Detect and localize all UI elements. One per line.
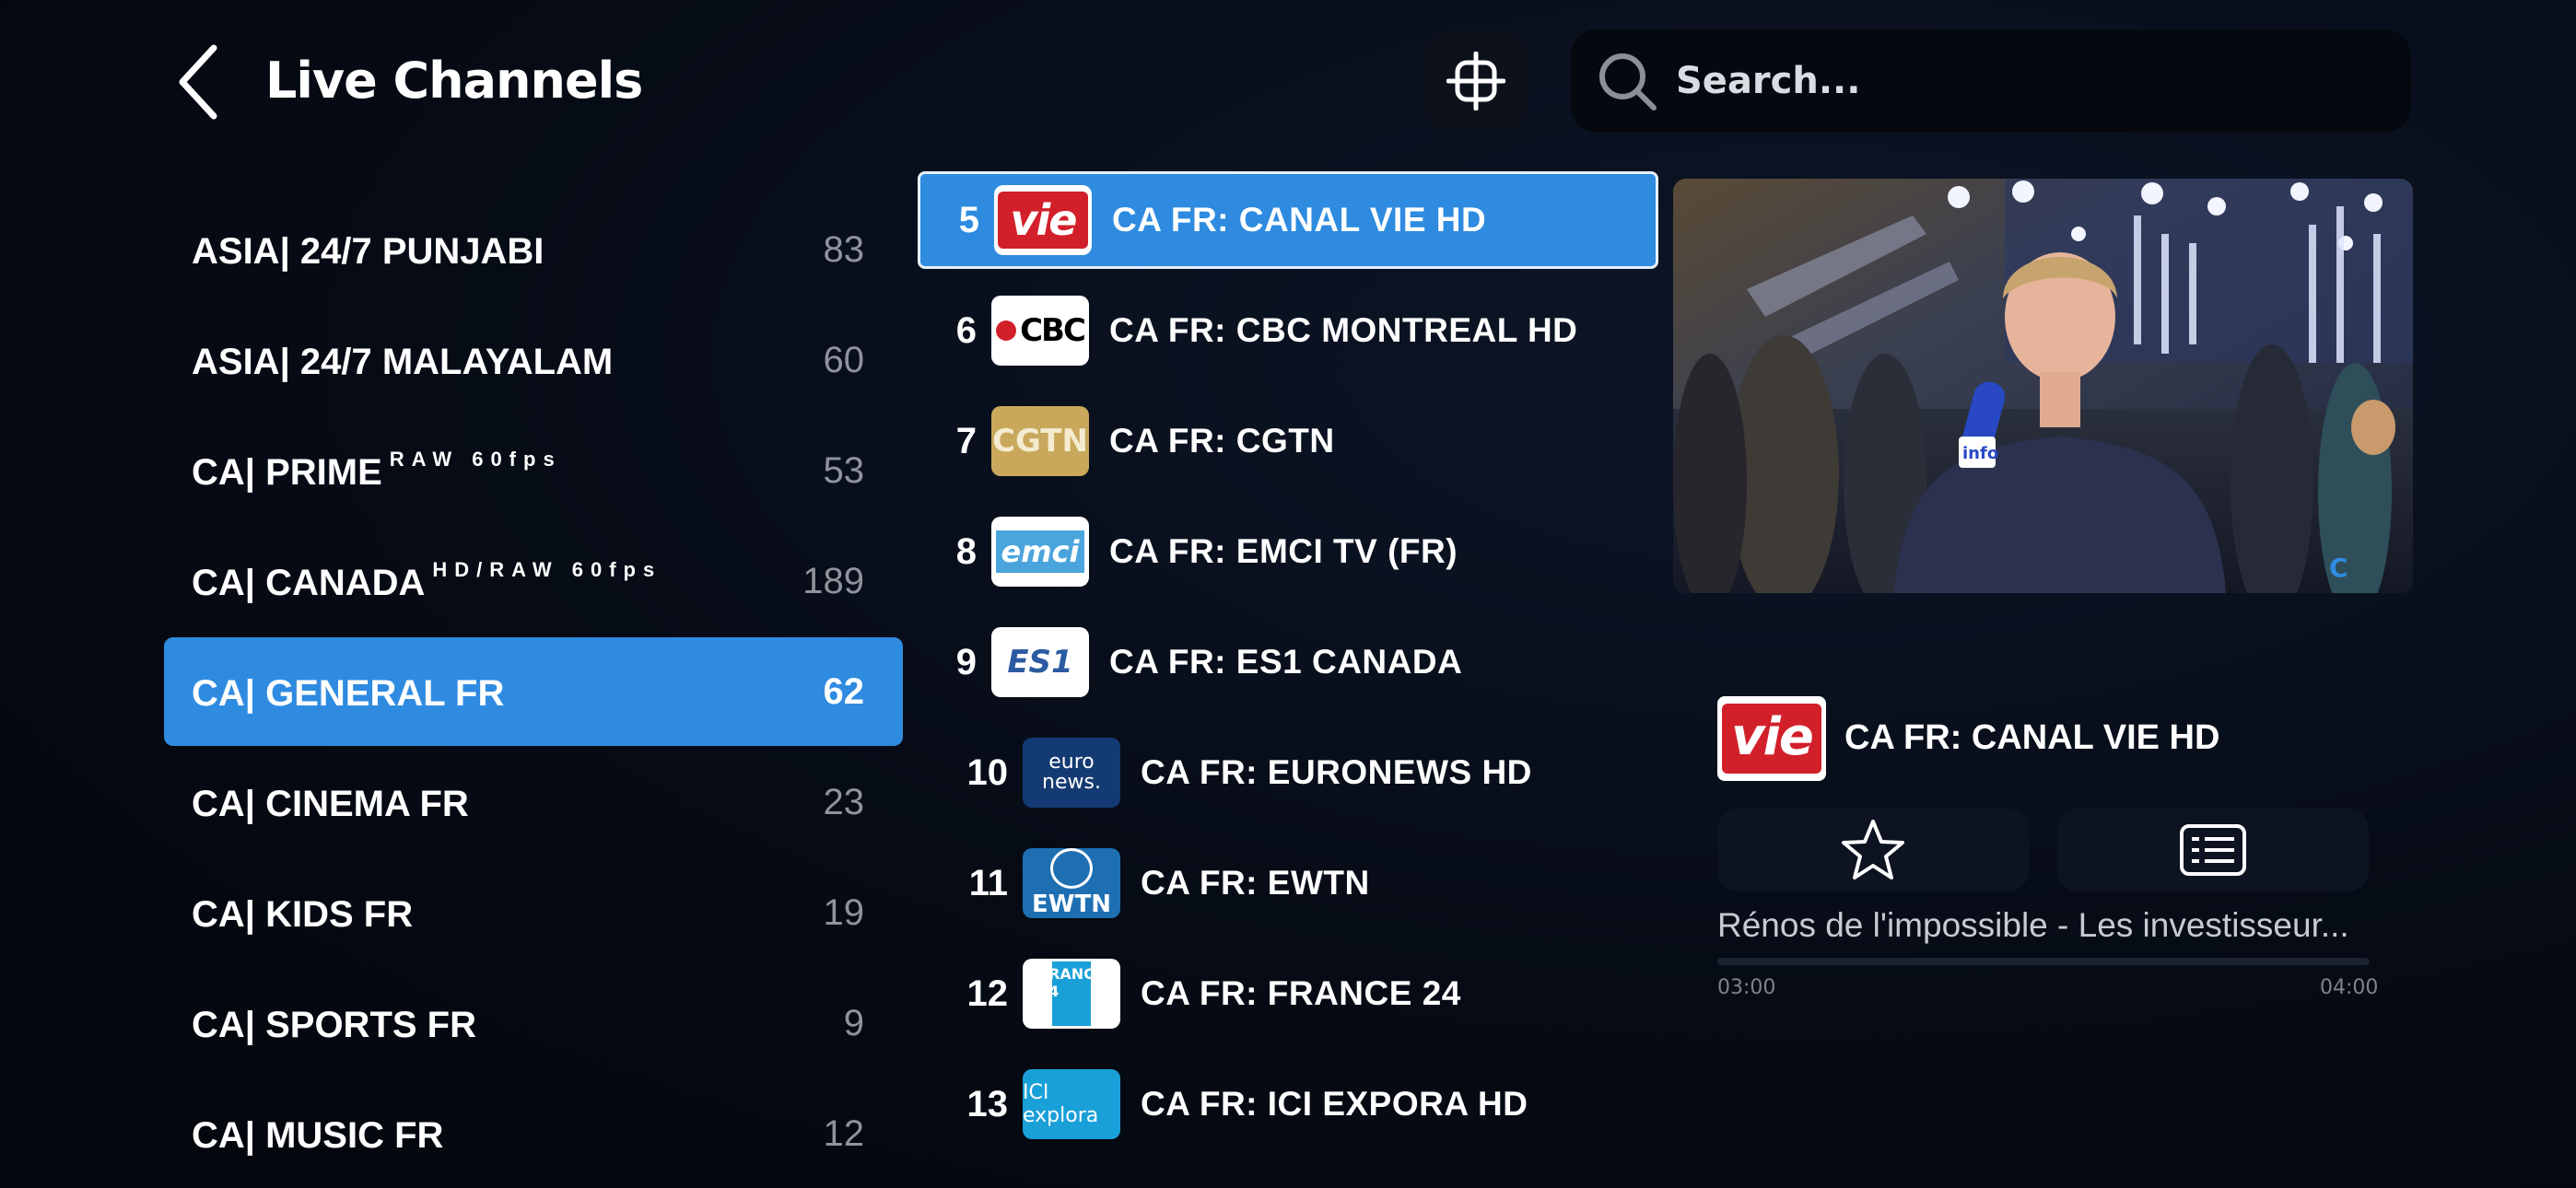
channel-row[interactable]: 11 EWTN CA FR: EWTN: [918, 834, 1658, 932]
back-button[interactable]: [166, 39, 230, 125]
category-item[interactable]: CA| PRIME RAW 60fps 53: [164, 416, 903, 525]
category-item[interactable]: CA| CINEMA FR 23: [164, 748, 903, 856]
channel-logo: ES1: [991, 627, 1089, 697]
program-guide-button[interactable]: [2057, 809, 2369, 891]
category-count: 9: [843, 1002, 864, 1043]
category-quality-tag: HD/RAW 60fps: [432, 558, 662, 581]
category-name: ASIA| 24/7 PUNJABI: [192, 231, 544, 272]
category-count: 189: [802, 560, 864, 601]
channel-name: CA FR: CBC MONTREAL HD: [1109, 311, 1578, 349]
channel-name: CA FR: EURONEWS HD: [1141, 753, 1532, 791]
page-title: Live Channels: [265, 52, 643, 110]
channel-row[interactable]: 9 ES1 CA FR: ES1 CANADA: [918, 613, 1658, 711]
channel-logo: emci: [991, 517, 1089, 587]
channel-name: CA FR: FRANCE 24: [1141, 974, 1461, 1012]
program-start-time: 03:00: [1717, 976, 1776, 999]
channel-number: 11: [968, 862, 1008, 903]
channel-number: 10: [966, 751, 1009, 793]
search-bar[interactable]: [1571, 29, 2411, 133]
channel-logo: euro news.: [1023, 738, 1120, 808]
favorite-button[interactable]: [1717, 809, 2029, 891]
category-item[interactable]: CA| GENERAL FR 62: [164, 637, 903, 746]
current-program-title: Rénos de l'impossible - Les investisseur…: [1717, 906, 2349, 944]
category-quality-tag: RAW 60fps: [389, 448, 562, 471]
program-end-time: 04:00: [2320, 976, 2379, 999]
channel-name: CA FR: CGTN: [1109, 422, 1335, 460]
channel-row[interactable]: 6 CBC CA FR: CBC MONTREAL HD: [918, 282, 1658, 379]
channel-number: 9: [955, 641, 977, 682]
category-name: CA| SPORTS FR: [192, 1005, 476, 1045]
video-frame: info C: [1673, 179, 2413, 593]
channel-number: 13: [966, 1083, 1009, 1124]
channel-logo: vie: [994, 185, 1092, 255]
program-progress-bar: [1717, 958, 2370, 965]
channel-logo: EWTN: [1023, 848, 1120, 918]
now-playing-logo: vie: [1717, 696, 1826, 781]
category-count: 19: [823, 891, 865, 933]
channel-number: 8: [955, 530, 977, 572]
category-item[interactable]: CA| SPORTS FR 9: [164, 969, 903, 1077]
channel-name: CA FR: ICI EXPORA HD: [1141, 1085, 1528, 1123]
category-item[interactable]: CA| MUSIC FR 12: [164, 1079, 903, 1188]
category-count: 12: [823, 1112, 865, 1154]
now-playing-channel-name: CA FR: CANAL VIE HD: [1844, 718, 2220, 757]
channel-name: CA FR: ES1 CANADA: [1109, 643, 1463, 681]
crosshair-grid-icon: [1446, 52, 1505, 111]
channel-row[interactable]: 7 CGTN CA FR: CGTN: [918, 392, 1658, 490]
channel-number: 7: [955, 420, 977, 461]
star-icon: [1842, 820, 1904, 879]
category-item[interactable]: CA| KIDS FR 19: [164, 858, 903, 967]
category-count: 62: [823, 670, 865, 712]
channel-name: CA FR: EWTN: [1141, 864, 1370, 902]
chevron-left-icon: [179, 44, 217, 120]
list-icon: [2180, 824, 2246, 876]
channel-name: CA FR: EMCI TV (FR): [1109, 532, 1458, 570]
channel-row[interactable]: 5 vie CA FR: CANAL VIE HD: [918, 171, 1658, 269]
channel-logo: CBC: [991, 296, 1089, 366]
search-input[interactable]: [1674, 59, 2378, 103]
category-count: 23: [823, 781, 865, 822]
category-item[interactable]: ASIA| 24/7 PUNJABI 83: [164, 195, 903, 304]
channel-number: 6: [955, 309, 977, 351]
category-name: CA| CANADA HD/RAW 60fps: [192, 558, 662, 603]
epg-grid-button[interactable]: [1424, 29, 1528, 133]
mic-flag-label: info: [1962, 444, 1998, 463]
channel-watermark: C: [2329, 553, 2348, 583]
channel-logo: FRANCE 24: [1023, 959, 1120, 1029]
channel-logo: ICI explora: [1023, 1069, 1120, 1139]
search-icon: [1599, 53, 1657, 111]
category-name: ASIA| 24/7 MALAYALAM: [192, 342, 614, 382]
category-item[interactable]: ASIA| 24/7 MALAYALAM 60: [164, 306, 903, 414]
channel-row[interactable]: 13 ICI explora CA FR: ICI EXPORA HD: [918, 1055, 1658, 1153]
category-item[interactable]: CA| CANADA HD/RAW 60fps 189: [164, 527, 903, 635]
category-name: CA| GENERAL FR: [192, 673, 505, 714]
category-name: CA| MUSIC FR: [192, 1115, 444, 1156]
channel-row[interactable]: 8 emci CA FR: EMCI TV (FR): [918, 503, 1658, 600]
category-name: CA| CINEMA FR: [192, 784, 469, 824]
category-count: 53: [823, 449, 865, 491]
channel-row[interactable]: 10 euro news. CA FR: EURONEWS HD: [918, 724, 1658, 821]
category-count: 60: [823, 339, 865, 380]
channel-logo: CGTN: [991, 406, 1089, 476]
channel-row[interactable]: 12 FRANCE 24 CA FR: FRANCE 24: [918, 945, 1658, 1042]
channel-number: 12: [966, 973, 1009, 1014]
category-name: CA| KIDS FR: [192, 894, 414, 935]
video-preview[interactable]: info C: [1673, 179, 2413, 593]
channel-name: CA FR: CANAL VIE HD: [1112, 201, 1487, 239]
category-name: CA| PRIME RAW 60fps: [192, 448, 562, 493]
channel-number: 5: [958, 199, 979, 240]
category-count: 83: [823, 228, 865, 270]
